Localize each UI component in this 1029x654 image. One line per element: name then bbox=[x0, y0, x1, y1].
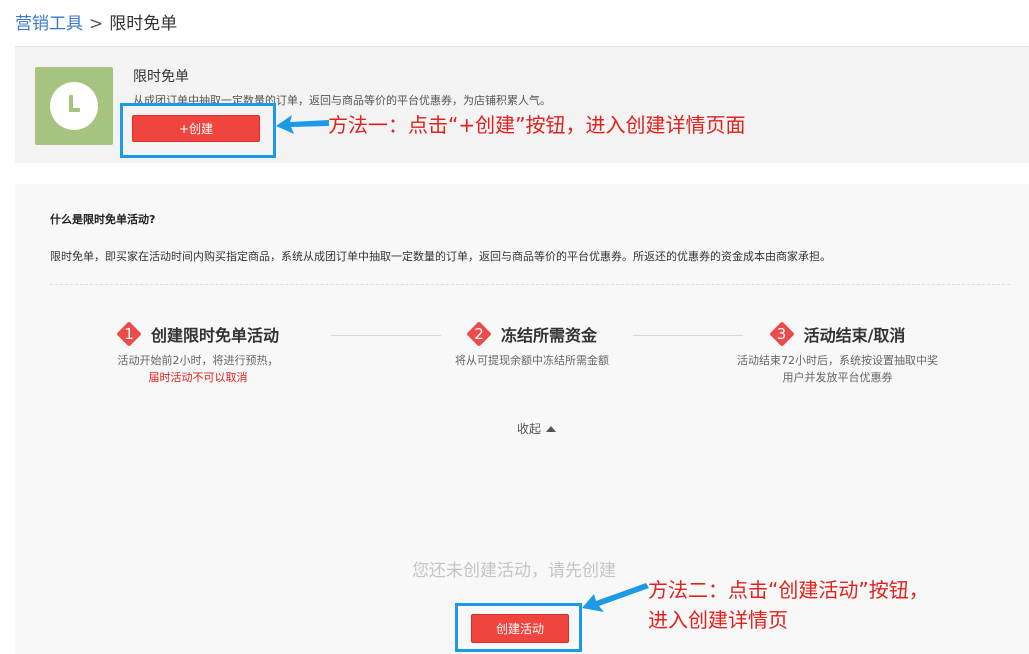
step-warning: 届时活动不可以取消 bbox=[148, 371, 248, 384]
step-description: 活动结束72小时后，系统按设置抽取中奖 用户并发放平台优惠券 bbox=[737, 354, 938, 384]
info-answer: 限时免单，即买家在活动时间内购买指定商品，系统从成团订单中抽取一定数量的订单，返… bbox=[50, 250, 831, 263]
breadcrumb: 营销工具 > 限时免单 bbox=[15, 9, 177, 34]
collapse-toggle[interactable]: 收起 bbox=[517, 420, 557, 437]
step-freeze-funds: 2 冻结所需资金 将从可提现余额中冻结所需金额 bbox=[455, 322, 609, 369]
clock-icon bbox=[35, 67, 113, 145]
step-create-activity: 1 创建限时免单活动 活动开始前2小时，将进行预热， 届时活动不可以取消 bbox=[117, 322, 280, 386]
step-activity-end: 3 活动结束/取消 活动结束72小时后，系统按设置抽取中奖 用户并发放平台优惠券 bbox=[737, 322, 938, 386]
step-connector bbox=[633, 335, 743, 336]
caret-up-icon bbox=[546, 426, 557, 432]
annotation-method-2: 方法二：点击“创建活动”按钮， 进入创建详情页 bbox=[648, 578, 929, 632]
step-number-badge: 3 bbox=[770, 322, 794, 346]
step-connector bbox=[331, 335, 441, 336]
highlight-box-create-activity bbox=[455, 603, 582, 652]
info-question: 什么是限时免单活动? bbox=[50, 213, 156, 226]
arrow-icon bbox=[276, 115, 329, 134]
step-number-badge: 1 bbox=[117, 322, 141, 346]
divider bbox=[50, 284, 1010, 285]
step-number-badge: 2 bbox=[467, 322, 491, 346]
breadcrumb-link-marketing-tools[interactable]: 营销工具 bbox=[15, 14, 83, 34]
arrow-icon bbox=[582, 583, 649, 612]
highlight-box-create bbox=[120, 103, 276, 158]
tool-title: 限时免单 bbox=[133, 69, 189, 85]
step-description: 活动开始前2小时，将进行预热， 届时活动不可以取消 bbox=[117, 354, 279, 384]
step-description: 将从可提现余额中冻结所需金额 bbox=[455, 354, 609, 367]
annotation-method-1: 方法一：点击“+创建”按钮，进入创建详情页面 bbox=[328, 113, 746, 137]
breadcrumb-separator: > bbox=[89, 14, 104, 34]
breadcrumb-current: 限时免单 bbox=[109, 14, 178, 34]
step-title: 创建限时免单活动 bbox=[151, 326, 280, 345]
empty-state-message: 您还未创建活动，请先创建 bbox=[412, 561, 616, 581]
step-title: 活动结束/取消 bbox=[803, 326, 906, 345]
step-title: 冻结所需资金 bbox=[500, 326, 597, 345]
